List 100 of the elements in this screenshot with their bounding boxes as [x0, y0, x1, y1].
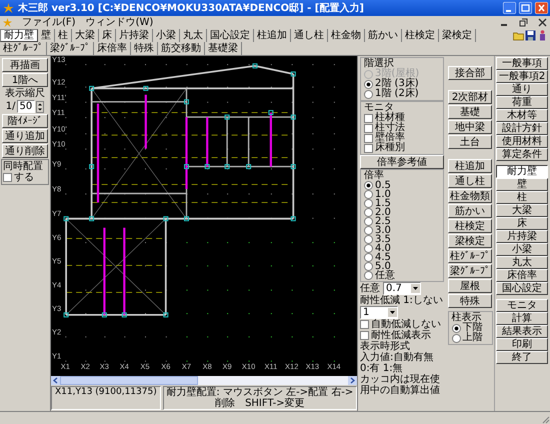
scrollbar-thumb[interactable] — [60, 376, 198, 385]
panel-button[interactable]: 柱検定 — [448, 219, 492, 233]
panel-button[interactable]: 基礎 — [448, 105, 492, 119]
tab[interactable]: 梁検定 — [439, 29, 476, 42]
panel-button[interactable]: 通り追加 — [2, 129, 48, 143]
menu-item[interactable]: ウィンドウ(W) — [86, 16, 154, 28]
panel-button[interactable]: 1階へ — [2, 73, 48, 87]
radio-button[interactable] — [364, 208, 373, 217]
radio-button[interactable] — [364, 90, 373, 98]
panel-button[interactable]: モニタ — [496, 299, 548, 312]
scroll-left-button[interactable] — [51, 376, 60, 385]
panel-button[interactable]: 終了 — [496, 351, 548, 364]
panel-button[interactable]: 柱金物類 — [448, 189, 492, 203]
panel-button[interactable]: 再描画 — [2, 58, 48, 72]
panel-button[interactable]: 一般事項2 — [496, 70, 548, 83]
panel-button[interactable]: 印刷 — [496, 338, 548, 351]
tab[interactable]: 柱 — [55, 29, 72, 42]
tab[interactable]: 床倍率 — [94, 42, 131, 55]
panel-button[interactable]: 床 — [496, 217, 548, 230]
panel-button[interactable]: 耐力壁 — [496, 165, 548, 178]
spin-button[interactable] — [36, 100, 44, 112]
radio-button[interactable] — [364, 190, 373, 199]
close-button[interactable] — [538, 18, 547, 27]
reference-button[interactable]: 倍率参考値 — [360, 155, 444, 169]
restore-button[interactable] — [519, 18, 528, 27]
checkbox[interactable] — [364, 134, 373, 142]
tab[interactable]: 片持梁 — [116, 29, 153, 42]
panel-button[interactable]: 階ｲﾒｰｼﾞ — [2, 114, 48, 128]
panel-button[interactable]: 地中梁 — [448, 120, 492, 134]
radio-button[interactable] — [452, 334, 460, 342]
radio-button[interactable] — [364, 181, 373, 190]
tab[interactable]: 特殊 — [131, 42, 158, 55]
tab[interactable]: 床 — [99, 29, 116, 42]
checkbox[interactable] — [360, 331, 369, 340]
radio-button[interactable] — [364, 199, 373, 208]
panel-button[interactable]: 接合部 — [448, 66, 492, 80]
tab[interactable]: 壁 — [38, 29, 55, 42]
scale-field[interactable]: 50 — [16, 100, 36, 113]
tab[interactable]: 柱ｸﾞﾙｰﾌﾟ — [0, 42, 47, 55]
panel-button[interactable]: 大梁 — [496, 204, 548, 217]
panel-button[interactable]: 2次部材 — [448, 90, 492, 104]
radio-button[interactable] — [452, 324, 460, 332]
panel-button[interactable]: 一般事項 — [496, 57, 548, 70]
panel-button[interactable]: 土台 — [448, 135, 492, 149]
save-icon[interactable] — [525, 30, 536, 41]
panel-button[interactable]: 計算 — [496, 312, 548, 325]
radio-button[interactable] — [364, 80, 373, 88]
dropdown-arrow-icon[interactable] — [388, 308, 397, 317]
panel-button[interactable]: 算定条件 — [496, 148, 548, 161]
radio-button[interactable] — [364, 235, 373, 244]
menu-item[interactable]: ファイル(F) — [22, 16, 76, 28]
maximize-button[interactable] — [519, 2, 532, 14]
resize-grip[interactable] — [540, 414, 550, 424]
panel-button[interactable]: 木材等 — [496, 109, 548, 122]
panel-button[interactable]: 使用材料 — [496, 135, 548, 148]
panel-button[interactable]: 柱 — [496, 191, 548, 204]
panel-button[interactable]: 梁検定 — [448, 234, 492, 248]
panel-button[interactable]: 小梁 — [496, 243, 548, 256]
dropdown-arrow-icon[interactable] — [411, 284, 420, 293]
minimize-button[interactable] — [503, 2, 516, 14]
radio-button[interactable] — [364, 217, 373, 226]
panel-button[interactable]: 床倍率 — [496, 269, 548, 282]
tab[interactable]: 柱追加 — [254, 29, 291, 42]
panel-button[interactable]: 結果表示 — [496, 325, 548, 338]
tab[interactable]: 耐力壁 — [0, 29, 38, 42]
panel-button[interactable]: 荷重 — [496, 96, 548, 109]
panel-button[interactable]: 壁 — [496, 178, 548, 191]
panel-button[interactable]: 柱追加 — [448, 159, 492, 173]
panel-button[interactable]: 特殊 — [448, 294, 492, 308]
dropdown[interactable]: 0.7 — [383, 282, 421, 295]
panel-button[interactable]: 通し柱 — [448, 174, 492, 188]
dropdown[interactable]: 1 — [360, 306, 398, 319]
tab[interactable]: 梁ｸﾞﾙｰﾌﾟ — [47, 42, 94, 55]
tab[interactable]: 筋かい — [365, 29, 402, 42]
panel-button[interactable]: 国心設定 — [496, 282, 548, 295]
radio-button[interactable] — [364, 262, 373, 271]
tab[interactable]: 柱検定 — [402, 29, 439, 42]
tab[interactable]: 基礎梁 — [205, 42, 242, 55]
scroll-right-button[interactable] — [348, 376, 357, 385]
radio-button[interactable] — [364, 226, 373, 235]
tab[interactable]: 筋交移動 — [158, 42, 205, 55]
checkbox[interactable] — [364, 114, 373, 122]
checkbox[interactable] — [360, 320, 369, 329]
radio-button[interactable] — [364, 253, 373, 262]
tab[interactable]: 柱金物 — [328, 29, 365, 42]
checkbox[interactable] — [364, 124, 373, 132]
tab[interactable]: 大梁 — [72, 29, 99, 42]
figure-icon[interactable] — [537, 30, 548, 41]
panel-button[interactable]: 柱ｸﾞﾙｰﾌﾟ — [448, 249, 492, 263]
tab[interactable]: 丸太 — [180, 29, 207, 42]
panel-button[interactable]: 通り — [496, 83, 548, 96]
panel-button[interactable]: 丸太 — [496, 256, 548, 269]
checkbox[interactable] — [364, 144, 373, 152]
panel-button[interactable]: 片持梁 — [496, 230, 548, 243]
panel-button[interactable]: 梁ｸﾞﾙｰﾌﾟ — [448, 264, 492, 278]
panel-button[interactable]: 設計方針 — [496, 122, 548, 135]
panel-button[interactable]: 屋根 — [448, 279, 492, 293]
tab[interactable]: 通し柱 — [291, 29, 328, 42]
radio-button[interactable] — [364, 244, 373, 253]
tab[interactable]: 小梁 — [153, 29, 180, 42]
